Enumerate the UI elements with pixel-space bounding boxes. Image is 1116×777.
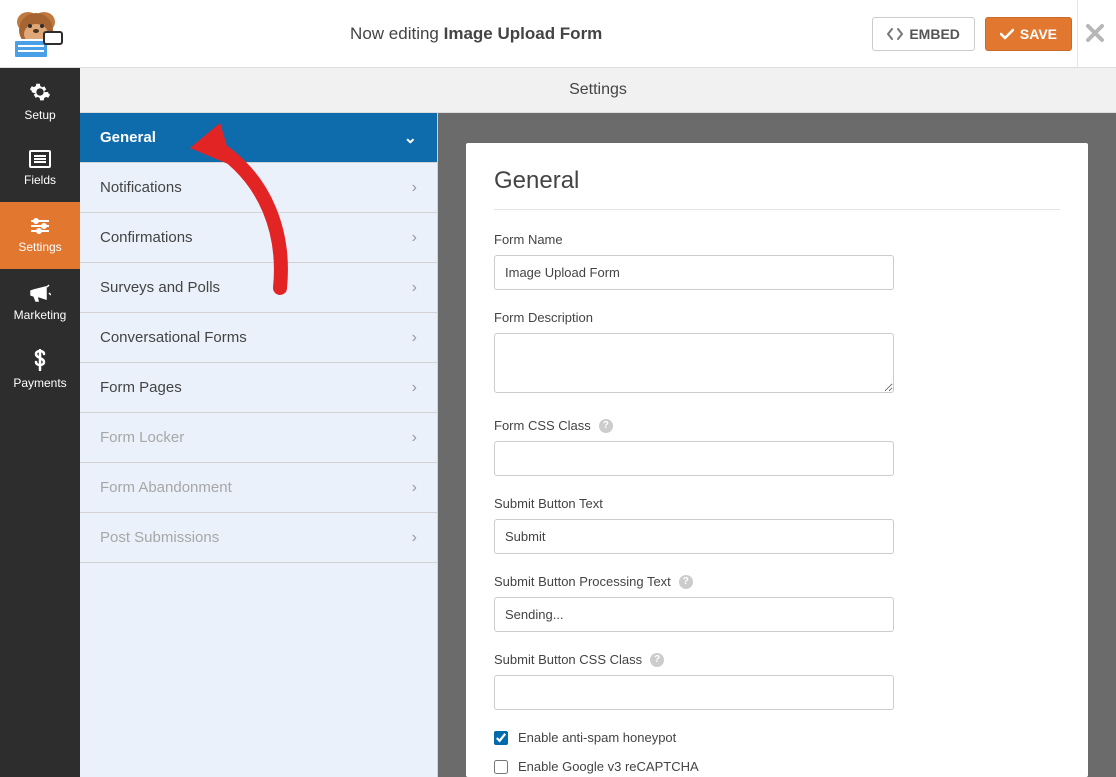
close-icon	[1086, 24, 1104, 42]
bullhorn-icon	[29, 283, 51, 303]
chevron-right-icon: ›	[412, 529, 417, 547]
chevron-right-icon: ›	[412, 329, 417, 347]
subheader-title: Settings	[569, 81, 627, 99]
chevron-right-icon: ›	[412, 429, 417, 447]
canvas: General Form Name Form Description Form …	[438, 113, 1116, 777]
submit-text-group: Submit Button Text	[494, 496, 1060, 554]
sidebar-label: Marketing	[14, 308, 67, 322]
chevron-right-icon: ›	[412, 479, 417, 497]
form-css-input[interactable]	[494, 441, 894, 476]
settings-item-abandonment[interactable]: Form Abandonment ›	[80, 463, 437, 513]
form-css-label: Form CSS Class?	[494, 418, 1060, 433]
list-icon	[29, 150, 51, 168]
form-desc-label: Form Description	[494, 310, 1060, 325]
settings-item-notifications[interactable]: Notifications ›	[80, 163, 437, 213]
recaptcha-checkbox[interactable]	[494, 760, 508, 774]
separator	[1077, 0, 1078, 68]
submit-processing-group: Submit Button Processing Text?	[494, 574, 1060, 632]
sidebar-item-settings[interactable]: Settings	[0, 202, 80, 269]
title-prefix: Now editing	[350, 24, 444, 43]
chevron-down-icon: ⌄	[404, 128, 417, 148]
panel-heading: General	[494, 167, 1060, 210]
subheader: Settings	[80, 68, 1116, 113]
form-name-label: Form Name	[494, 232, 1060, 247]
sidebar-item-fields[interactable]: Fields	[0, 135, 80, 202]
chevron-right-icon: ›	[412, 379, 417, 397]
submit-text-input[interactable]	[494, 519, 894, 554]
embed-label: EMBED	[909, 26, 960, 42]
settings-item-label: Confirmations	[100, 229, 193, 246]
settings-item-label: Form Pages	[100, 379, 182, 396]
help-icon[interactable]: ?	[679, 575, 693, 589]
antispam-label: Enable anti-spam honeypot	[518, 730, 676, 745]
sidebar-label: Payments	[13, 376, 66, 390]
settings-item-confirmations[interactable]: Confirmations ›	[80, 213, 437, 263]
form-desc-group: Form Description	[494, 310, 1060, 398]
settings-item-surveys[interactable]: Surveys and Polls ›	[80, 263, 437, 313]
antispam-row: Enable anti-spam honeypot	[494, 730, 1060, 745]
settings-item-postsubmissions[interactable]: Post Submissions ›	[80, 513, 437, 563]
form-name-input[interactable]	[494, 255, 894, 290]
title-bar: Now editing Image Upload Form	[80, 24, 872, 44]
form-css-group: Form CSS Class?	[494, 418, 1060, 476]
submit-css-label: Submit Button CSS Class?	[494, 652, 1060, 667]
submit-processing-input[interactable]	[494, 597, 894, 632]
settings-item-label: Surveys and Polls	[100, 279, 220, 296]
sliders-icon	[29, 217, 51, 235]
close-button[interactable]	[1086, 24, 1104, 47]
gear-icon	[29, 81, 51, 103]
sidebar-item-marketing[interactable]: Marketing	[0, 269, 80, 336]
sidebar-label: Settings	[18, 240, 61, 254]
submit-processing-label: Submit Button Processing Text?	[494, 574, 1060, 589]
recaptcha-label: Enable Google v3 reCAPTCHA	[518, 759, 699, 774]
save-button[interactable]: SAVE	[985, 17, 1072, 51]
help-icon[interactable]: ?	[599, 419, 613, 433]
main-sidebar: Setup Fields Settings Marketing Payments	[0, 68, 80, 777]
form-name-group: Form Name	[494, 232, 1060, 290]
settings-item-label: Conversational Forms	[100, 329, 247, 346]
settings-item-label: Notifications	[100, 179, 182, 196]
check-icon	[1000, 28, 1014, 40]
form-desc-input[interactable]	[494, 333, 894, 393]
recaptcha-row: Enable Google v3 reCAPTCHA	[494, 759, 1060, 774]
submit-css-input[interactable]	[494, 675, 894, 710]
dollar-icon	[32, 349, 48, 371]
sidebar-item-payments[interactable]: Payments	[0, 336, 80, 403]
top-bar: Now editing Image Upload Form EMBED SAVE	[0, 0, 1116, 68]
settings-item-label: Form Locker	[100, 429, 184, 446]
sidebar-label: Setup	[24, 108, 55, 122]
general-panel: General Form Name Form Description Form …	[466, 143, 1088, 777]
save-label: SAVE	[1020, 26, 1057, 42]
topbar-actions: EMBED SAVE	[872, 17, 1116, 51]
settings-item-general[interactable]: General ⌄	[80, 113, 437, 163]
sidebar-item-setup[interactable]: Setup	[0, 68, 80, 135]
settings-item-formpages[interactable]: Form Pages ›	[80, 363, 437, 413]
settings-item-label: General	[100, 129, 156, 146]
submit-css-group: Submit Button CSS Class?	[494, 652, 1060, 710]
sidebar-label: Fields	[24, 173, 56, 187]
settings-menu: General ⌄ Notifications › Confirmations …	[80, 113, 438, 777]
help-icon[interactable]: ?	[650, 653, 664, 667]
settings-item-formlocker[interactable]: Form Locker ›	[80, 413, 437, 463]
antispam-checkbox[interactable]	[494, 731, 508, 745]
form-title: Image Upload Form	[444, 24, 603, 43]
settings-item-conversational[interactable]: Conversational Forms ›	[80, 313, 437, 363]
chevron-right-icon: ›	[412, 279, 417, 297]
chevron-right-icon: ›	[412, 179, 417, 197]
embed-button[interactable]: EMBED	[872, 17, 975, 51]
submit-text-label: Submit Button Text	[494, 496, 1060, 511]
settings-item-label: Post Submissions	[100, 529, 219, 546]
code-icon	[887, 27, 903, 41]
settings-item-label: Form Abandonment	[100, 479, 232, 496]
app-logo	[0, 0, 80, 68]
chevron-right-icon: ›	[412, 229, 417, 247]
